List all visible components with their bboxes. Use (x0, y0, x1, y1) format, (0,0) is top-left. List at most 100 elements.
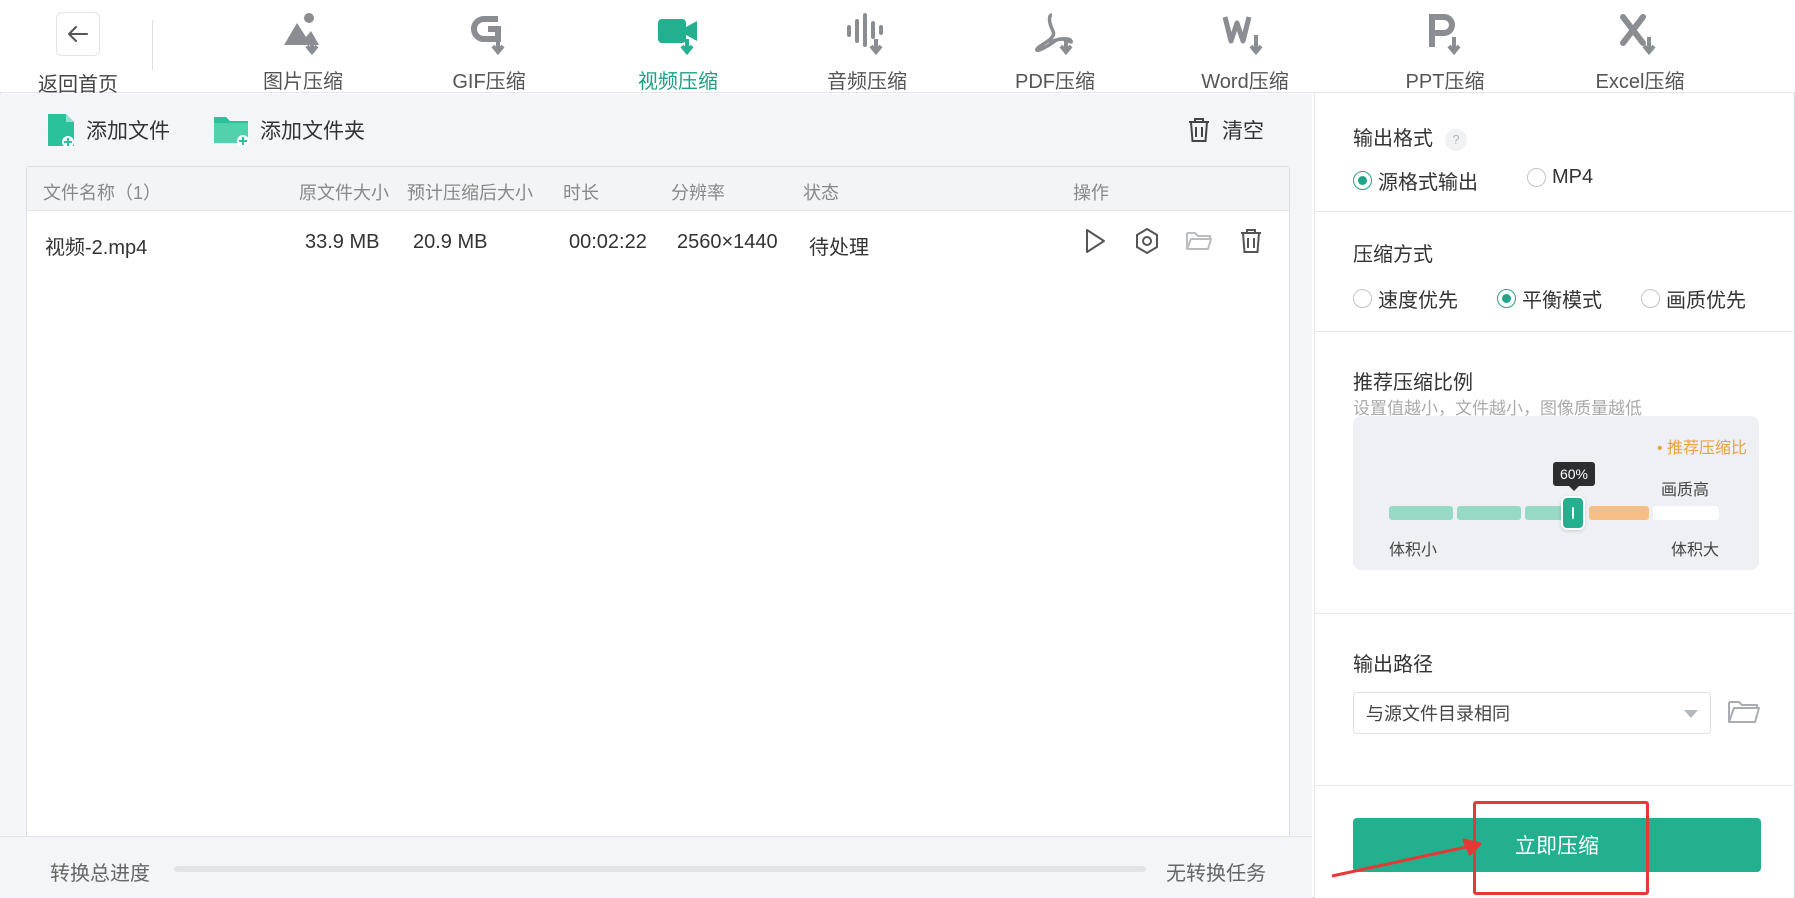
slider-segment (1653, 506, 1719, 520)
audio-compress-icon (792, 8, 942, 60)
clear-label: 清空 (1222, 120, 1264, 143)
row-actions (1077, 223, 1269, 259)
tab-label: 视频压缩 (638, 71, 718, 93)
radio-dot (1497, 289, 1516, 308)
open-folder-button[interactable] (1181, 223, 1217, 259)
quality-high-label: 画质高 (1661, 482, 1710, 499)
slider-segment (1457, 506, 1521, 520)
nav-divider (152, 20, 153, 70)
tab-gif-compress[interactable]: GIF压缩 (414, 8, 564, 93)
tab-image-compress[interactable]: 图片压缩 (228, 8, 378, 93)
back-home-label: 返回首页 (38, 74, 118, 96)
tab-label: GIF压缩 (452, 71, 526, 93)
col-est-size: 预计压缩后大小 (407, 183, 533, 203)
chevron-down-icon (1684, 710, 1698, 718)
add-file-icon (48, 114, 74, 148)
radio-dot (1353, 171, 1372, 190)
radio-label: 源格式输出 (1378, 172, 1478, 194)
output-path-select[interactable]: 与源文件目录相同 (1353, 692, 1711, 734)
col-filename: 文件名称（1） (43, 183, 162, 203)
output-path-value: 与源文件目录相同 (1366, 704, 1510, 724)
tab-label: 图片压缩 (263, 71, 343, 93)
tab-pdf-compress[interactable]: PDF压缩 (980, 8, 1130, 93)
add-file-label: 添加文件 (86, 120, 170, 143)
radio-label: 速度优先 (1378, 290, 1458, 312)
size-large-label: 体积大 (1671, 542, 1720, 559)
file-name: 视频-2.mp4 (45, 237, 148, 259)
output-format-title: 输出格式? (1353, 122, 1467, 151)
recommend-label: • 推荐压缩比 (1656, 440, 1747, 457)
col-actions: 操作 (1073, 183, 1109, 203)
trash-icon (1241, 229, 1261, 253)
mode-quality-radio[interactable]: 画质优先 (1641, 284, 1746, 313)
tab-word-compress[interactable]: Word压缩 (1170, 8, 1320, 93)
radio-dot (1527, 168, 1546, 187)
file-status: 待处理 (809, 237, 869, 259)
tab-label: Word压缩 (1201, 71, 1289, 93)
slider-segment (1389, 506, 1453, 520)
ppt-compress-icon (1370, 8, 1520, 60)
mode-speed-radio[interactable]: 速度优先 (1353, 284, 1458, 313)
gif-compress-icon (414, 8, 564, 60)
clear-button[interactable]: 清空 (1186, 110, 1264, 150)
table-header: 文件名称（1） 原文件大小 预计压缩后大小 时长 分辨率 状态 操作 (27, 167, 1289, 211)
video-compress-icon (603, 8, 753, 60)
file-est-size: 20.9 MB (413, 231, 488, 253)
tab-label: Excel压缩 (1595, 71, 1685, 93)
add-folder-icon (214, 117, 249, 147)
tab-video-compress[interactable]: 视频压缩 (603, 8, 753, 93)
file-orig-size: 33.9 MB (305, 231, 380, 253)
add-folder-label: 添加文件夹 (260, 120, 365, 143)
radio-label: MP4 (1552, 166, 1594, 188)
pdf-compress-icon (980, 8, 1130, 60)
output-path-title: 输出路径 (1353, 654, 1433, 676)
format-source-radio[interactable]: 源格式输出 (1353, 166, 1478, 195)
ratio-tooltip: 60% (1553, 462, 1595, 491)
progress-track (174, 866, 1146, 872)
output-format-title-text: 输出格式 (1353, 128, 1433, 150)
add-file-button[interactable]: 添加文件 (46, 110, 170, 150)
word-compress-icon (1170, 8, 1320, 60)
file-table: 文件名称（1） 原文件大小 预计压缩后大小 时长 分辨率 状态 操作 视频-2.… (26, 166, 1290, 898)
ratio-slider-handle[interactable] (1561, 496, 1585, 530)
col-orig-size: 原文件大小 (299, 183, 389, 203)
file-resolution: 2560×1440 (677, 231, 778, 253)
back-arrow-icon (56, 12, 100, 56)
total-progress: 转换总进度 无转换任务 (0, 836, 1312, 898)
table-row[interactable]: 视频-2.mp4 33.9 MB 20.9 MB 00:02:22 2560×1… (27, 211, 1289, 275)
help-icon[interactable]: ? (1445, 128, 1467, 151)
compress-mode-title: 压缩方式 (1353, 244, 1433, 266)
delete-file-button[interactable] (1233, 223, 1269, 259)
file-duration: 00:02:22 (569, 231, 647, 253)
hexagon-settings-icon (1136, 227, 1158, 255)
tab-label: 音频压缩 (827, 71, 907, 93)
settings-panel: 输出格式? 源格式输出 MP4 压缩方式 速度优先 平衡模式 画质优先 推荐压缩… (1314, 94, 1795, 898)
tab-label: PDF压缩 (1015, 71, 1095, 93)
radio-dot (1641, 289, 1660, 308)
excel-compress-icon (1565, 8, 1715, 60)
browse-folder-button[interactable] (1727, 698, 1761, 728)
compress-now-button[interactable]: 立即压缩 (1353, 818, 1761, 872)
format-mp4-radio[interactable]: MP4 (1527, 166, 1593, 189)
radio-dot (1353, 289, 1372, 308)
play-button[interactable] (1077, 223, 1113, 259)
mode-balanced-radio[interactable]: 平衡模式 (1497, 284, 1602, 313)
col-status: 状态 (803, 183, 839, 203)
file-toolbar: 添加文件 添加文件夹 清空 (0, 94, 1312, 166)
compress-mode-section: 压缩方式 速度优先 平衡模式 画质优先 (1315, 212, 1795, 332)
size-small-label: 体积小 (1389, 542, 1438, 559)
col-resolution: 分辨率 (671, 183, 725, 203)
settings-button[interactable] (1129, 223, 1165, 259)
progress-label: 转换总进度 (50, 863, 150, 885)
tab-audio-compress[interactable]: 音频压缩 (792, 8, 942, 93)
tab-label: PPT压缩 (1405, 71, 1485, 93)
trash-icon (1189, 118, 1209, 142)
tab-excel-compress[interactable]: Excel压缩 (1565, 8, 1715, 93)
play-icon (1086, 229, 1105, 253)
radio-label: 画质优先 (1666, 290, 1746, 312)
back-home-button[interactable]: 返回首页 (30, 10, 126, 96)
add-folder-button[interactable]: 添加文件夹 (212, 110, 365, 150)
ratio-title: 推荐压缩比例 (1353, 372, 1473, 394)
file-workspace: 添加文件 添加文件夹 清空 文件名称（1） 原文件大小 预计压缩后大小 时长 分… (0, 94, 1312, 898)
tab-ppt-compress[interactable]: PPT压缩 (1370, 8, 1520, 93)
